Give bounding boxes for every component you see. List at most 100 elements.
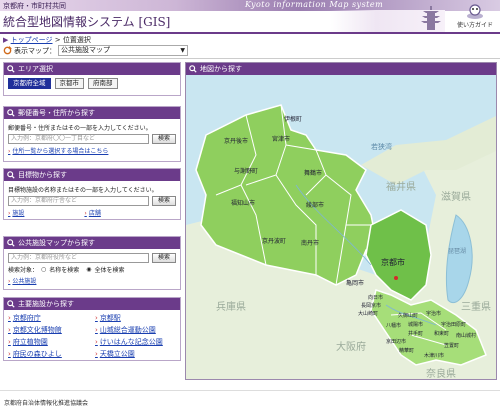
label-ide[interactable]: 井手町 bbox=[408, 330, 423, 337]
area-panel: エリア選択 京都府全域 京都市 府南部 bbox=[3, 62, 181, 96]
radio-all[interactable]: ◉ bbox=[86, 266, 91, 273]
breadcrumb: ▶ トップページ > 位置選択 bbox=[3, 35, 91, 45]
area-tabs: 京都府全域 京都市 府南部 bbox=[4, 75, 180, 92]
landmark-panel-title: 目標物から探す bbox=[18, 171, 67, 179]
facility-panel-title: 公共施設マップから探す bbox=[18, 239, 95, 247]
label-kasagi[interactable]: 笠置町 bbox=[444, 342, 459, 349]
label-wakasa-bay: 若狭湾 bbox=[371, 142, 392, 151]
guide-button[interactable]: 使い方ガイド bbox=[452, 2, 498, 30]
search-icon bbox=[7, 239, 15, 247]
area-panel-title: エリア選択 bbox=[18, 65, 53, 73]
label-joyo[interactable]: 城陽市 bbox=[408, 321, 423, 328]
tab-kyoto-city[interactable]: 京都市 bbox=[54, 78, 84, 89]
header: 京都府・市町村共同 Kyoto information Map system 統… bbox=[0, 0, 500, 32]
map-select-row: 表示マップ： 公共施設マップ ▼ bbox=[3, 45, 188, 56]
label-yawata[interactable]: 八幡市 bbox=[386, 322, 401, 329]
label-kumiyama[interactable]: 久御山町 bbox=[398, 312, 418, 319]
address-description: 郵便番号・住所またはその一部を入力してください。 bbox=[8, 125, 152, 132]
label-nantan[interactable]: 南丹市 bbox=[301, 239, 319, 247]
label-wazuka[interactable]: 和束町 bbox=[434, 330, 449, 337]
major-item-3[interactable]: 京都文化博物館 bbox=[8, 325, 89, 335]
footer-text: 京都府自治体情報化推進協議会 bbox=[4, 400, 89, 407]
label-shiga: 滋賀県 bbox=[441, 190, 471, 203]
radio-all-label: 全体を検索 bbox=[94, 267, 125, 274]
major-item-8[interactable]: 天橋立公園 bbox=[95, 349, 176, 359]
label-biwako: 琵琶湖 bbox=[448, 247, 466, 255]
chevron-right-icon: ▶ bbox=[3, 36, 9, 44]
landmark-input[interactable]: 入力例：京都府庁舎など bbox=[8, 196, 149, 206]
label-osaka: 大阪府 bbox=[336, 340, 366, 353]
label-kyoto-city[interactable]: 京都市 bbox=[381, 257, 405, 267]
major-item-5[interactable]: 府立植物園 bbox=[8, 337, 89, 347]
label-kizugawa[interactable]: 木津川市 bbox=[424, 352, 444, 359]
label-fukuchiyama[interactable]: 福知山市 bbox=[231, 199, 255, 207]
label-uji[interactable]: 宇治市 bbox=[426, 310, 441, 317]
tab-south[interactable]: 府南部 bbox=[88, 78, 118, 89]
map-panel-title: 地図から探す bbox=[200, 65, 242, 73]
facility-input[interactable]: 入力例：京都府役所など bbox=[8, 253, 149, 263]
facility-link[interactable]: 公共施設 bbox=[8, 276, 176, 285]
tab-kyoto-pref[interactable]: 京都府全域 bbox=[8, 78, 51, 89]
label-seika[interactable]: 精華町 bbox=[399, 347, 414, 354]
map-select-dropdown[interactable]: 公共施設マップ ▼ bbox=[58, 45, 188, 56]
label-hyogo: 兵庫県 bbox=[216, 300, 246, 313]
header-english-title: Kyoto information Map system bbox=[245, 0, 384, 9]
search-icon bbox=[7, 109, 15, 117]
label-maizuru[interactable]: 舞鶴市 bbox=[304, 169, 322, 177]
facility-panel-header: 公共施設マップから探す bbox=[4, 237, 180, 249]
label-nara: 奈良県 bbox=[426, 367, 456, 380]
label-minamiyamashiro[interactable]: 南山城村 bbox=[456, 332, 476, 339]
label-miyazu[interactable]: 宮津市 bbox=[272, 135, 290, 143]
address-input[interactable]: 入力例：京都府〇〇一丁目など bbox=[8, 134, 149, 144]
label-nagaokakyo[interactable]: 長岡京市 bbox=[361, 302, 381, 309]
map-panel: 地図から探す 伊根町 京丹後市 宮津市 与謝野町 舞鶴市 綾部市 福知山市 京丹… bbox=[185, 62, 497, 380]
label-muko[interactable]: 向日市 bbox=[368, 294, 383, 301]
label-ujitawara[interactable]: 宇治田原町 bbox=[441, 321, 466, 328]
major-item-6[interactable]: けいはんな記念公園 bbox=[95, 337, 176, 347]
landmark-panel-header: 目標物から探す bbox=[4, 169, 180, 181]
map-panel-header: 地図から探す bbox=[186, 63, 496, 75]
header-org: 京都府・市町村共同 bbox=[3, 2, 66, 10]
search-icon bbox=[189, 65, 197, 73]
radio-name-label: 名称を検索 bbox=[49, 267, 80, 274]
landmark-search-button[interactable]: 検索 bbox=[151, 196, 176, 206]
landmark-link-shop[interactable]: 店舗 bbox=[84, 208, 101, 217]
kyoto-map[interactable]: 伊根町 京丹後市 宮津市 与謝野町 舞鶴市 綾部市 福知山市 京丹波町 南丹市 … bbox=[186, 75, 497, 380]
major-item-1[interactable]: 京都府庁 bbox=[8, 313, 89, 323]
facility-panel: 公共施設マップから探す 入力例：京都府役所など 検索 検索対象： ○ 名称を検索… bbox=[3, 236, 181, 290]
label-oyamazaki[interactable]: 大山崎町 bbox=[358, 310, 378, 317]
major-item-2[interactable]: 京都駅 bbox=[95, 313, 176, 323]
map-select-value: 公共施設マップ bbox=[61, 46, 110, 54]
area-panel-header: エリア選択 bbox=[4, 63, 180, 75]
major-panel-title: 主要施設から探す bbox=[18, 300, 74, 308]
label-ine[interactable]: 伊根町 bbox=[284, 115, 302, 123]
location-marker-icon[interactable] bbox=[394, 276, 398, 280]
refresh-icon bbox=[3, 46, 12, 55]
footer: 京都府自治体情報化推進協議会 bbox=[0, 390, 500, 410]
breadcrumb-top-link[interactable]: トップページ bbox=[11, 36, 53, 44]
address-list-link[interactable]: 住所一覧から選択する場合はこちら bbox=[8, 146, 176, 155]
address-panel-title: 郵便番号・住所から探す bbox=[18, 109, 95, 117]
pagoda-icon bbox=[421, 6, 441, 30]
label-yosano[interactable]: 与謝野町 bbox=[234, 167, 258, 175]
label-kyotamba[interactable]: 京丹波町 bbox=[262, 237, 286, 245]
address-panel-header: 郵便番号・住所から探す bbox=[4, 107, 180, 119]
search-icon bbox=[7, 300, 15, 308]
label-ayabe[interactable]: 綾部市 bbox=[306, 201, 324, 209]
label-kyotanabe[interactable]: 京田辺市 bbox=[386, 338, 406, 345]
guide-icon bbox=[467, 4, 483, 19]
breadcrumb-separator: > bbox=[52, 36, 63, 44]
label-kameoka[interactable]: 亀岡市 bbox=[346, 279, 364, 287]
landmark-description: 目標物施設の名称またはその一部を入力してください。 bbox=[8, 187, 158, 194]
divider bbox=[0, 58, 500, 59]
label-kyotango[interactable]: 京丹後市 bbox=[224, 137, 248, 145]
address-search-button[interactable]: 検索 bbox=[151, 134, 176, 144]
major-item-7[interactable]: 府民の森ひよし bbox=[8, 349, 89, 359]
radio-name[interactable]: ○ bbox=[41, 266, 46, 273]
major-facility-list: 京都府庁 京都駅 京都文化博物館 山城総合運動公園 府立植物園 けいはんな記念公… bbox=[4, 310, 180, 362]
landmark-link-facility[interactable]: 施設 bbox=[8, 208, 24, 217]
major-item-4[interactable]: 山城総合運動公園 bbox=[95, 325, 176, 335]
landmark-panel: 目標物から探す 目標物施設の名称またはその一部を入力してください。 入力例：京都… bbox=[3, 168, 181, 220]
map-select-label: 表示マップ： bbox=[14, 46, 56, 55]
facility-search-button[interactable]: 検索 bbox=[151, 253, 176, 263]
